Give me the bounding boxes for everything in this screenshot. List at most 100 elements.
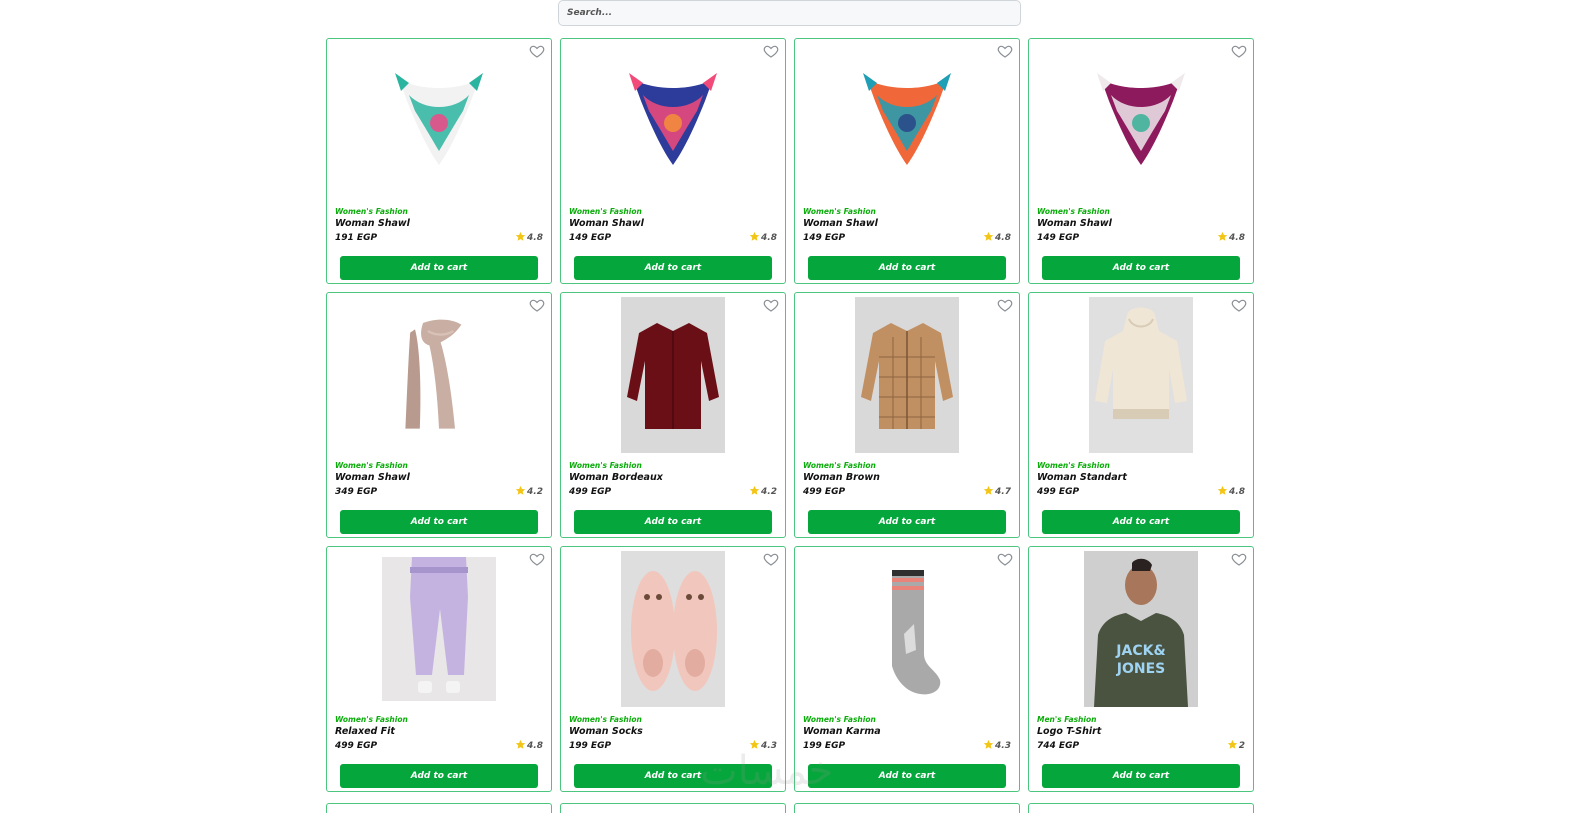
- product-rating: 4.8: [515, 231, 543, 245]
- product-card[interactable]: Women's Fashion Woman Karma 199 EGP 4.3 Add …: [794, 546, 1020, 792]
- product-rating: 4.2: [515, 485, 543, 499]
- product-category: Women's Fashion: [569, 207, 642, 216]
- product-name: Woman Standart: [1037, 472, 1127, 483]
- product-name: Woman Karma: [803, 726, 881, 737]
- rating-value: 4.8: [527, 740, 543, 751]
- product-image[interactable]: [795, 551, 1019, 707]
- add-to-cart-button[interactable]: Add to cart: [574, 256, 772, 280]
- product-rating: 2: [1227, 739, 1245, 753]
- product-price: 191 EGP: [335, 232, 378, 243]
- product-price: 199 EGP: [569, 740, 612, 751]
- product-image[interactable]: [561, 551, 785, 707]
- product-card[interactable]: Women's Fashion Woman Shawl 149 EGP 4.8 Add …: [560, 38, 786, 284]
- product-name: Woman Shawl: [569, 218, 644, 229]
- product-price: 199 EGP: [803, 740, 846, 751]
- rating-value: 4.8: [761, 232, 777, 243]
- product-rating: 4.3: [749, 739, 777, 753]
- product-rating: 4.3: [983, 739, 1011, 753]
- product-card[interactable]: Women's Fashion Woman Brown 499 EGP 4.7 Add …: [794, 292, 1020, 538]
- product-image[interactable]: [795, 43, 1019, 199]
- product-image[interactable]: [1029, 297, 1253, 453]
- product-image[interactable]: JACK& JONES: [1029, 551, 1253, 707]
- product-name: Woman Shawl: [803, 218, 878, 229]
- rating-value: 4.8: [995, 232, 1011, 243]
- product-category: Women's Fashion: [1037, 207, 1110, 216]
- star-icon: [515, 485, 526, 499]
- product-image[interactable]: [795, 297, 1019, 453]
- product-card[interactable]: Women's Fashion Woman Bordeaux 499 EGP 4.2 A…: [560, 292, 786, 538]
- product-card[interactable]: JACK& JONES Men's Fashion Logo T-Shirt 744 E…: [1028, 546, 1254, 792]
- product-category: Women's Fashion: [569, 715, 642, 724]
- add-to-cart-button[interactable]: Add to cart: [808, 510, 1006, 534]
- product-image[interactable]: [1029, 43, 1253, 199]
- star-icon: [749, 231, 760, 245]
- product-name: Woman Brown: [803, 472, 880, 483]
- product-price: 499 EGP: [1037, 486, 1080, 497]
- add-to-cart-button[interactable]: Add to cart: [340, 510, 538, 534]
- add-to-cart-button[interactable]: Add to cart: [1042, 256, 1240, 280]
- product-category: Women's Fashion: [803, 715, 876, 724]
- product-card[interactable]: Women's Fashion Relaxed Fit 499 EGP 4.8 Add …: [326, 546, 552, 792]
- product-name: Woman Bordeaux: [569, 472, 663, 483]
- product-card[interactable]: Women's Fashion Woman Shawl 149 EGP 4.8 Add …: [794, 38, 1020, 284]
- product-image[interactable]: [327, 297, 551, 453]
- rating-value: 4.7: [995, 486, 1011, 497]
- star-icon: [1217, 231, 1228, 245]
- rating-value: 4.8: [1229, 486, 1245, 497]
- add-to-cart-button[interactable]: Add to cart: [340, 256, 538, 280]
- add-to-cart-button[interactable]: Add to cart: [574, 510, 772, 534]
- product-rating: 4.8: [749, 231, 777, 245]
- svg-text:JONES: JONES: [1116, 661, 1165, 677]
- product-card[interactable]: Women's Fashion Woman Shawl 191 EGP 4.8 Add …: [326, 38, 552, 284]
- product-name: Woman Shawl: [335, 218, 410, 229]
- product-price: 149 EGP: [803, 232, 846, 243]
- product-card-partial: [1028, 803, 1254, 813]
- product-card-partial: [794, 803, 1020, 813]
- product-card[interactable]: Women's Fashion Woman Shawl 149 EGP 4.8 Add …: [1028, 38, 1254, 284]
- rating-value: 4.2: [761, 486, 777, 497]
- product-price: 499 EGP: [803, 486, 846, 497]
- rating-value: 4.3: [761, 740, 777, 751]
- product-image[interactable]: [561, 43, 785, 199]
- star-icon: [749, 485, 760, 499]
- product-card-partial: [560, 803, 786, 813]
- star-icon: [1217, 485, 1228, 499]
- product-image[interactable]: [327, 551, 551, 707]
- add-to-cart-button[interactable]: Add to cart: [1042, 764, 1240, 788]
- add-to-cart-button[interactable]: Add to cart: [574, 764, 772, 788]
- product-name: Logo T-Shirt: [1037, 726, 1102, 737]
- product-card-partial: [326, 803, 552, 813]
- product-name: Woman Shawl: [335, 472, 410, 483]
- product-rating: 4.8: [1217, 231, 1245, 245]
- product-name: Woman Socks: [569, 726, 643, 737]
- rating-value: 4.8: [1229, 232, 1245, 243]
- add-to-cart-button[interactable]: Add to cart: [808, 764, 1006, 788]
- add-to-cart-button[interactable]: Add to cart: [340, 764, 538, 788]
- product-category: Women's Fashion: [1037, 461, 1110, 470]
- product-image[interactable]: [327, 43, 551, 199]
- product-rating: 4.8: [1217, 485, 1245, 499]
- product-price: 499 EGP: [335, 740, 378, 751]
- product-rating: 4.2: [749, 485, 777, 499]
- star-icon: [515, 231, 526, 245]
- star-icon: [1227, 739, 1238, 753]
- product-card[interactable]: Women's Fashion Woman Socks 199 EGP 4.3 Add …: [560, 546, 786, 792]
- product-price: 149 EGP: [569, 232, 612, 243]
- star-icon: [749, 739, 760, 753]
- rating-value: 4.3: [995, 740, 1011, 751]
- svg-text:JACK&: JACK&: [1115, 643, 1165, 659]
- product-name: Relaxed Fit: [335, 726, 395, 737]
- star-icon: [983, 739, 994, 753]
- add-to-cart-button[interactable]: Add to cart: [808, 256, 1006, 280]
- product-card[interactable]: Women's Fashion Woman Standart 499 EGP 4.8 A…: [1028, 292, 1254, 538]
- product-card[interactable]: Women's Fashion Woman Shawl 349 EGP 4.2 Add …: [326, 292, 552, 538]
- product-category: Women's Fashion: [335, 461, 408, 470]
- product-category: Women's Fashion: [569, 461, 642, 470]
- product-rating: 4.8: [515, 739, 543, 753]
- product-image[interactable]: [561, 297, 785, 453]
- star-icon: [515, 739, 526, 753]
- search-input[interactable]: [558, 0, 1021, 26]
- add-to-cart-button[interactable]: Add to cart: [1042, 510, 1240, 534]
- product-price: 744 EGP: [1037, 740, 1080, 751]
- rating-value: 4.2: [527, 486, 543, 497]
